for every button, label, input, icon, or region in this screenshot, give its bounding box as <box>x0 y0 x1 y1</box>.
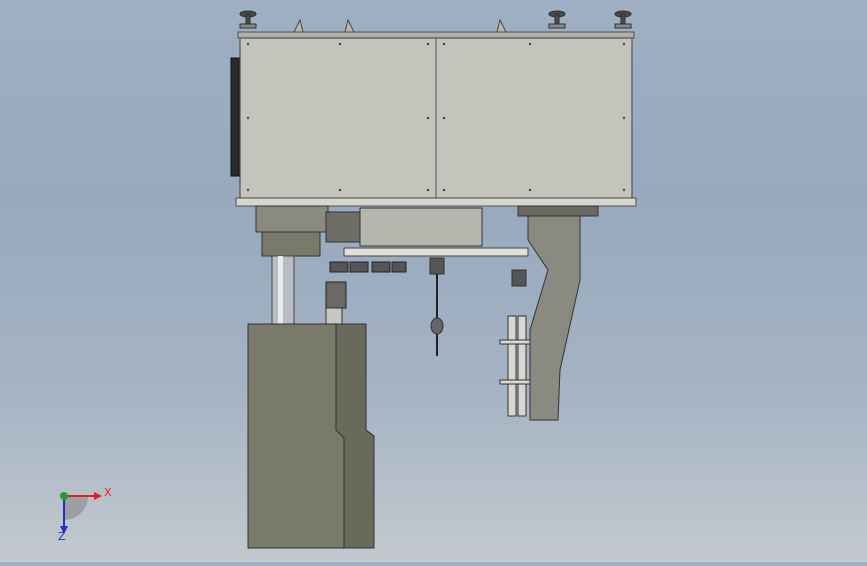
center-probe <box>429 257 445 356</box>
cad-viewport[interactable] <box>0 0 867 562</box>
z-axis-label: Z <box>58 530 66 543</box>
gearbox <box>255 205 329 233</box>
cad-model[interactable] <box>0 0 867 562</box>
housing-top-flange <box>237 31 635 39</box>
pneumatic-cylinders <box>499 269 531 417</box>
probe-tip <box>325 307 343 325</box>
horizontal-rail <box>343 247 529 257</box>
coordinate-triad: X Y Z <box>44 482 114 544</box>
cable-assembly <box>325 261 407 309</box>
side-handle <box>230 57 240 177</box>
leveling-foot-right-a <box>548 10 566 29</box>
x-axis-arrow <box>94 492 102 500</box>
bracket-top-plate <box>517 205 599 217</box>
triad-quadrant <box>64 496 88 520</box>
leveling-foot-right-b <box>614 10 632 29</box>
column-highlight <box>278 256 283 326</box>
motor-coupler <box>325 211 361 243</box>
x-axis-label: X <box>104 486 112 499</box>
motor-housing <box>359 207 483 247</box>
y-axis-dot <box>60 492 68 500</box>
leveling-foot-left <box>239 10 257 29</box>
flange-block <box>261 231 321 257</box>
housing-base-plate <box>235 197 637 207</box>
right-bracket <box>527 211 581 421</box>
